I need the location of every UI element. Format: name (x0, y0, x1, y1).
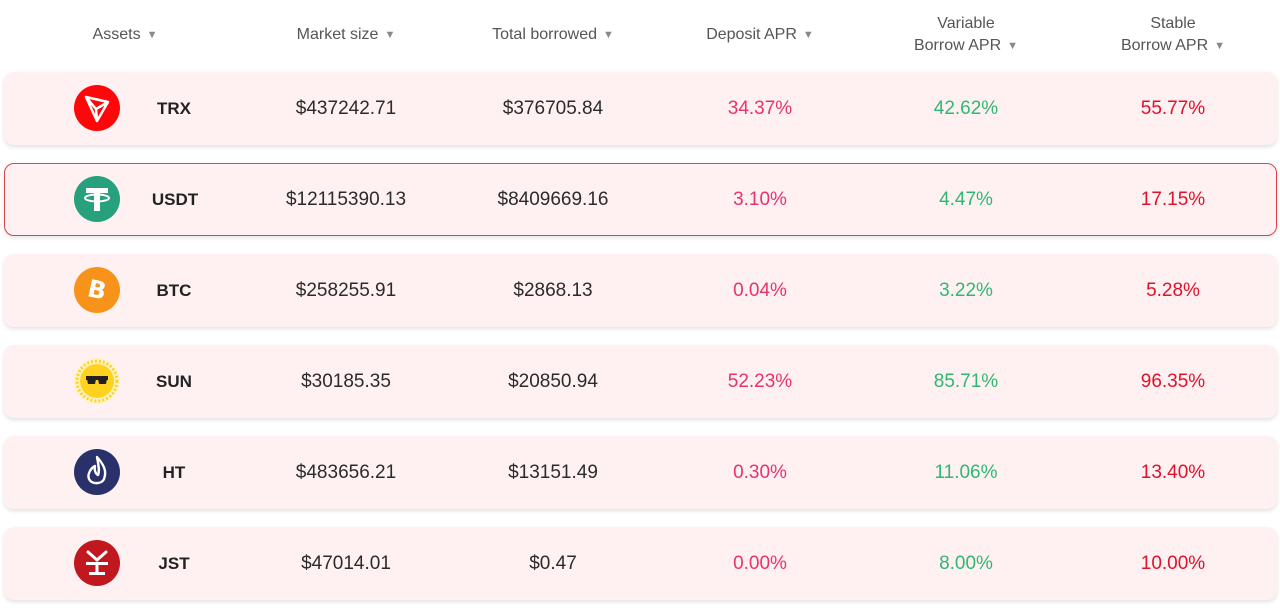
table-row[interactable]: HT $483656.21 $13151.49 0.30% 11.06% 13.… (4, 436, 1277, 509)
header-variable-line1: Variable (937, 14, 995, 32)
variable-borrow-apr: 11.06% (934, 461, 998, 483)
header-assets-label: Assets (92, 26, 141, 43)
sun-icon (74, 358, 120, 404)
header-variable-line2: Borrow APR (913, 37, 1002, 55)
usdt-icon (74, 176, 120, 222)
market-size: $258255.91 (295, 279, 397, 301)
deposit-apr: 34.37% (727, 97, 793, 119)
deposit-apr: 0.00% (733, 552, 787, 574)
asset-symbol: BTC (156, 280, 192, 300)
market-size: $47014.01 (301, 552, 391, 574)
table-row[interactable]: JST $47014.01 $0.47 0.00% 8.00% 10.00% (4, 527, 1277, 600)
sort-arrow-icon: ▼ (603, 29, 614, 41)
stable-borrow-apr: 10.00% (1140, 552, 1206, 574)
asset-symbol: JST (158, 553, 190, 573)
ht-icon (74, 449, 120, 495)
sort-arrow-icon: ▼ (146, 29, 158, 41)
market-size: $483656.21 (295, 461, 397, 483)
market-size: $12115390.13 (285, 188, 407, 210)
variable-borrow-apr: 42.62% (933, 97, 999, 119)
total-borrowed: $376705.84 (502, 97, 604, 119)
sort-arrow-icon: ▼ (384, 29, 396, 41)
asset-symbol: HT (162, 462, 186, 482)
table-row[interactable]: B BTC $258255.91 $2868.13 0.04% 3.22% 5.… (4, 254, 1277, 327)
header-market-size-sort[interactable]: Market size ▼ (266, 0, 426, 70)
total-borrowed: $8409669.16 (497, 188, 609, 210)
sort-arrow-icon: ▼ (1214, 39, 1226, 52)
variable-borrow-apr: 3.22% (939, 279, 993, 301)
stable-borrow-apr: 13.40% (1140, 461, 1206, 483)
stable-borrow-apr: 55.77% (1140, 97, 1206, 119)
variable-borrow-apr: 4.47% (939, 188, 993, 210)
table-row-selected[interactable]: USDT $12115390.13 $8409669.16 3.10% 4.47… (4, 163, 1277, 236)
total-borrowed: $13151.49 (508, 461, 598, 483)
header-total-borrowed-sort[interactable]: Total borrowed ▼ (463, 0, 643, 70)
market-size: $437242.71 (295, 97, 397, 119)
header-market-size-label: Market size (296, 26, 379, 43)
sort-arrow-icon: ▼ (802, 29, 814, 41)
header-stable-line1: Stable (1150, 14, 1196, 32)
stable-borrow-apr: 5.28% (1146, 279, 1200, 301)
stable-borrow-apr: 96.35% (1140, 370, 1206, 392)
header-stable-apr-sort[interactable]: Stable Borrow APR ▼ (1093, 0, 1253, 70)
asset-symbol: SUN (156, 371, 192, 391)
total-borrowed: $20850.94 (508, 370, 598, 392)
trx-icon (74, 85, 120, 131)
jst-icon (74, 540, 120, 586)
btc-icon: B (74, 267, 120, 313)
deposit-apr: 3.10% (733, 188, 787, 210)
sort-arrow-icon: ▼ (1007, 39, 1019, 52)
market-size: $30185.35 (301, 370, 391, 392)
deposit-apr: 0.30% (733, 461, 787, 483)
variable-borrow-apr: 85.71% (933, 370, 999, 392)
table-row[interactable]: TRX $437242.71 $376705.84 34.37% 42.62% … (4, 72, 1277, 145)
variable-borrow-apr: 8.00% (939, 552, 993, 574)
header-deposit-apr-label: Deposit APR (706, 26, 797, 43)
deposit-apr: 0.04% (733, 279, 787, 301)
table-row[interactable]: SUN $30185.35 $20850.94 52.23% 85.71% 96… (4, 345, 1277, 418)
table-header: Assets ▼ Market size ▼ Total borrowed ▼ Dep… (0, 0, 1280, 70)
header-variable-apr-sort[interactable]: Variable Borrow APR ▼ (886, 0, 1046, 70)
asset-symbol: USDT (151, 189, 199, 209)
total-borrowed: $0.47 (529, 552, 577, 574)
header-deposit-apr-sort[interactable]: Deposit APR ▼ (680, 0, 840, 70)
deposit-apr: 52.23% (727, 370, 793, 392)
header-assets-sort[interactable]: Assets ▼ (45, 0, 205, 70)
header-stable-line2: Borrow APR (1120, 37, 1209, 55)
asset-symbol: TRX (157, 98, 191, 118)
header-total-borrowed-label: Total borrowed (492, 26, 598, 43)
total-borrowed: $2868.13 (513, 279, 593, 301)
stable-borrow-apr: 17.15% (1140, 188, 1206, 210)
